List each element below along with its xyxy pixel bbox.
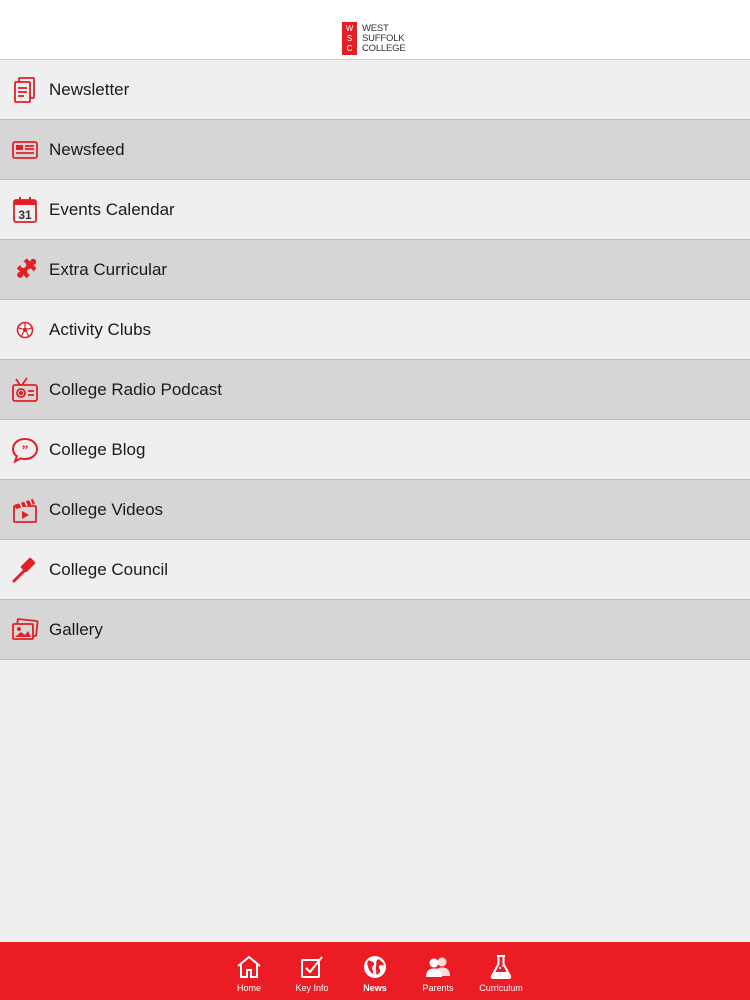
logo-letter: S xyxy=(346,33,353,43)
flask-icon xyxy=(490,955,512,979)
menu-item-label: Events Calendar xyxy=(49,199,175,219)
menu-item-newsletter[interactable]: Newsletter xyxy=(0,60,750,120)
menu-item-college-videos[interactable]: College Videos xyxy=(0,480,750,540)
people-icon xyxy=(426,957,450,977)
calendar-day-number: 31 xyxy=(18,208,32,222)
radio-icon xyxy=(11,376,39,404)
menu-item-college-council[interactable]: College Council xyxy=(0,540,750,600)
tab-label: News xyxy=(363,983,387,993)
speech-bubble-icon: ” xyxy=(11,436,39,464)
home-icon xyxy=(237,955,261,978)
logo-mark: W S C xyxy=(342,22,357,55)
logo-wordmark: WEST SUFFOLK COLLEGE xyxy=(362,22,406,54)
menu-item-label: Activity Clubs xyxy=(49,319,152,339)
tab-key-info[interactable]: Key Info xyxy=(281,942,344,1000)
newsletter-icon xyxy=(11,76,39,104)
tab-label: Key Info xyxy=(295,983,329,993)
menu-item-label: Extra Curricular xyxy=(49,259,168,279)
menu-item-label: College Radio Podcast xyxy=(49,379,222,399)
svg-text:”: ” xyxy=(22,442,29,457)
news-menu-list: Newsletter Newsfeed 31 Events Calendar E… xyxy=(0,60,750,660)
tab-label: Home xyxy=(236,983,261,993)
football-icon xyxy=(11,316,39,344)
menu-item-college-radio-podcast[interactable]: College Radio Podcast xyxy=(0,360,750,420)
menu-item-college-blog[interactable]: ” College Blog xyxy=(0,420,750,480)
college-logo: W S C WEST SUFFOLK COLLEGE xyxy=(342,22,406,56)
menu-item-label: College Blog xyxy=(49,439,146,459)
menu-item-label: College Videos xyxy=(49,499,164,519)
menu-item-events-calendar[interactable]: 31 Events Calendar xyxy=(0,180,750,240)
menu-item-label: Newsletter xyxy=(49,79,130,99)
menu-item-label: Gallery xyxy=(49,619,103,639)
gavel-icon xyxy=(11,556,39,584)
tab-label: Parents xyxy=(422,983,454,993)
menu-item-extra-curricular[interactable]: Extra Curricular xyxy=(0,240,750,300)
tab-home[interactable]: Home xyxy=(218,942,281,1000)
logo-line: COLLEGE xyxy=(362,43,406,54)
menu-item-label: Newsfeed xyxy=(49,139,125,159)
tab-news[interactable]: News xyxy=(344,942,407,1000)
app-header: W S C WEST SUFFOLK COLLEGE xyxy=(0,0,750,60)
menu-item-label: College Council xyxy=(49,559,169,579)
logo-letter: W xyxy=(345,23,354,33)
tab-curriculum[interactable]: Curriculum xyxy=(470,942,533,1000)
tab-label: Curriculum xyxy=(479,983,523,993)
gallery-icon xyxy=(11,616,39,644)
globe-icon xyxy=(364,956,386,978)
checkbox-icon xyxy=(301,956,323,978)
menu-item-newsfeed[interactable]: Newsfeed xyxy=(0,120,750,180)
puzzle-icon xyxy=(11,256,39,284)
newspaper-icon xyxy=(11,136,39,164)
logo-letter: C xyxy=(346,44,353,54)
calendar-icon: 31 xyxy=(11,196,39,224)
menu-item-gallery[interactable]: Gallery xyxy=(0,600,750,660)
clapperboard-icon xyxy=(11,496,39,524)
bottom-tab-bar: Home Key Info News Parents Curriculum xyxy=(0,942,750,1000)
tab-parents[interactable]: Parents xyxy=(407,942,470,1000)
menu-item-activity-clubs[interactable]: Activity Clubs xyxy=(0,300,750,360)
